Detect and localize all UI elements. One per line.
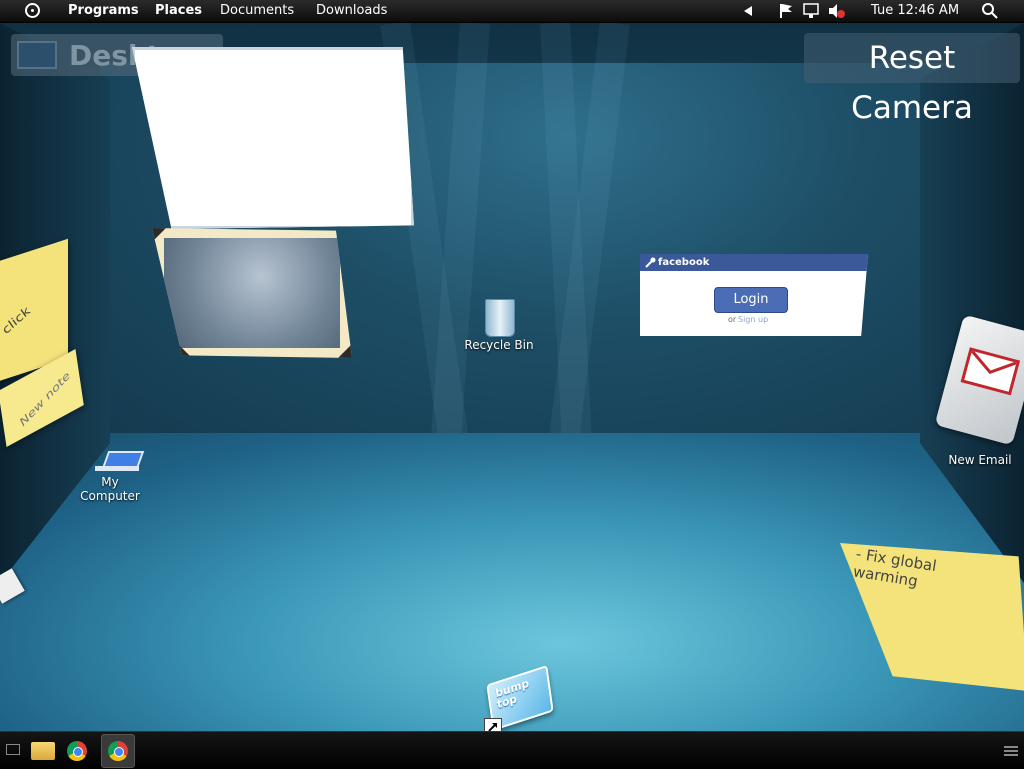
top-panel: Programs Places Documents Downloads Tue … [0, 0, 1024, 23]
tray-arrow-icon[interactable] [744, 6, 752, 16]
search-icon[interactable] [982, 3, 998, 19]
flag-icon[interactable] [778, 3, 794, 19]
chrome-window-button[interactable] [101, 734, 135, 768]
bin-graphic [485, 299, 515, 337]
wrench-icon [645, 257, 656, 268]
menu-icon[interactable] [1004, 745, 1018, 757]
network-icon[interactable] [803, 3, 821, 19]
menu-downloads[interactable]: Downloads [316, 3, 387, 18]
facebook-title: facebook [658, 257, 710, 268]
file-manager-button[interactable] [28, 736, 58, 766]
photo-frame[interactable] [152, 228, 352, 358]
bumptop-logo-text: bump top [494, 676, 530, 712]
clock[interactable]: Tue 12:46 AM [871, 3, 959, 18]
shortcut-arrow-icon [484, 718, 502, 731]
show-desktop-icon[interactable] [6, 744, 20, 755]
monitor-icon [17, 41, 57, 69]
chrome-launcher[interactable] [62, 736, 92, 766]
new-email-label[interactable]: New Email [944, 453, 1016, 467]
facebook-login-button[interactable]: Login [714, 287, 788, 313]
chrome-icon [108, 741, 128, 761]
facebook-or: or [728, 315, 737, 324]
recycle-bin-icon[interactable] [476, 295, 522, 339]
my-computer-icon[interactable] [93, 451, 149, 473]
sticky-note-text: click [0, 304, 33, 338]
gnome-foot-icon[interactable] [25, 3, 40, 18]
my-computer-label[interactable]: My Computer [74, 475, 146, 503]
photo-image [164, 238, 340, 348]
facebook-header: facebook [640, 254, 868, 271]
bumptop-desktop[interactable]: Desktop Reset Camera Recycle Bin My Comp… [0, 23, 1024, 731]
facebook-signup-link[interactable]: Sign up [738, 315, 768, 324]
folder-icon [31, 742, 55, 760]
sticky-note-text: - Fix global warming [851, 544, 938, 591]
blank-picture-frame[interactable] [132, 47, 414, 229]
facebook-widget[interactable]: facebook Login or Sign up [640, 254, 868, 336]
taskbar [0, 731, 1024, 769]
laptop-base [95, 466, 139, 471]
menu-places[interactable]: Places [155, 3, 202, 18]
menu-programs[interactable]: Programs [68, 3, 139, 18]
recycle-bin-label[interactable]: Recycle Bin [458, 338, 540, 352]
reset-camera-button[interactable]: Reset Camera [804, 33, 1020, 126]
photo-corner [338, 344, 352, 358]
volume-muted-icon[interactable] [828, 3, 846, 19]
chrome-icon [67, 741, 87, 761]
menu-documents[interactable]: Documents [220, 3, 294, 18]
envelope-icon [960, 347, 1021, 396]
